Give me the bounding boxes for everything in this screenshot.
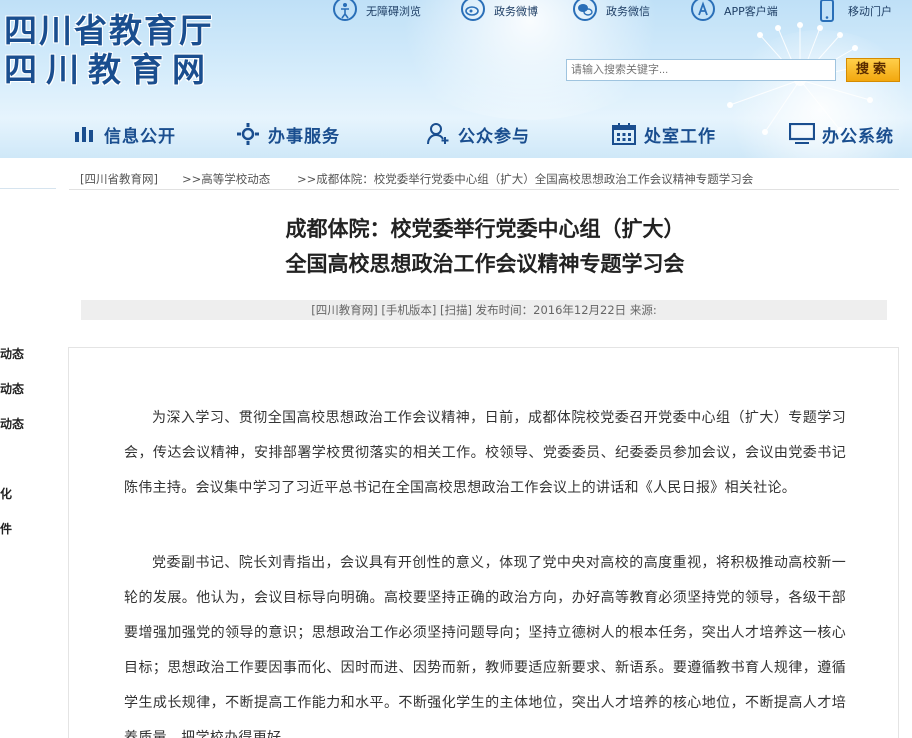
search-button[interactable]: 搜索 — [846, 58, 900, 82]
nav-label: 公众参与 — [458, 126, 530, 147]
nav-office-system[interactable]: 办公系统 — [788, 120, 894, 148]
logo-line2: 四川教育网 — [4, 50, 214, 89]
toplink-accessibility[interactable]: 无障碍浏览 — [330, 0, 421, 22]
sidebar-item[interactable]: 件 — [0, 520, 12, 537]
sidebar-item[interactable]: 动态 — [0, 415, 24, 432]
article-body: 为深入学习、贯彻全国高校思想政治工作会议精神，日前，成都体院校党委召开党委中心组… — [68, 347, 899, 738]
article-paragraph: 党委副书记、院长刘青指出，会议具有开创性的意义，体现了党中央对高校的高度重视，将… — [124, 555, 846, 738]
breadcrumb: [四川省教育网] >>高等学校动态 >>成都体院：校党委举行党委中心组（扩大）全… — [69, 168, 899, 190]
breadcrumb-home[interactable]: [四川省教育网] — [80, 171, 158, 187]
accessibility-icon — [330, 0, 360, 22]
mobile-icon — [812, 0, 842, 22]
nav-services[interactable]: 办事服务 — [234, 120, 340, 148]
breadcrumb-category[interactable]: >>高等学校动态 — [182, 171, 270, 187]
search-input[interactable] — [566, 59, 836, 81]
weibo-icon — [458, 0, 488, 22]
site-logo[interactable]: 四川省教育厅 四川教育网 — [4, 12, 254, 92]
logo-line1: 四川省教育厅 — [4, 11, 214, 50]
main-nav: 信息公开 办事服务 公众参与 处室工作 办公系统 — [0, 112, 912, 158]
toplink-weibo[interactable]: 政务微博 — [458, 0, 538, 22]
article-title-line1: 成都体院：校党委举行党委中心组（扩大） — [285, 217, 685, 241]
article-title: 成都体院：校党委举行党委中心组（扩大） 全国高校思想政治工作会议精神专题学习会 — [82, 212, 888, 282]
toplink-label: 移动门户 — [848, 5, 892, 18]
toplink-label: 政务微信 — [606, 5, 650, 18]
toplink-label: APP客户端 — [724, 5, 778, 18]
settings-icon — [234, 121, 262, 147]
nav-public-participation[interactable]: 公众参与 — [424, 120, 530, 148]
article-title-line2: 全国高校思想政治工作会议精神专题学习会 — [285, 252, 685, 276]
sidebar-item[interactable]: 动态 — [0, 345, 24, 362]
wechat-icon — [570, 0, 600, 22]
sidebar-item[interactable]: 化 — [0, 485, 12, 502]
site-header: 四川省教育厅 四川教育网 无障碍浏览 政务微博 政务微信 APP客户端 移动门户… — [0, 0, 912, 158]
nav-department-work[interactable]: 处室工作 — [610, 120, 716, 148]
article-meta: [四川教育网] [手机版本] [扫描] 发布时间：2016年12月22日 来源: — [81, 300, 887, 320]
nav-label: 信息公开 — [104, 126, 176, 147]
sidebar-item[interactable]: 动态 — [0, 380, 24, 397]
article-paragraph: 为深入学习、贯彻全国高校思想政治工作会议精神，日前，成都体院校党委召开党委中心组… — [124, 410, 846, 496]
chart-icon — [70, 121, 98, 147]
user-add-icon — [424, 121, 452, 147]
left-sidebar: 动态 动态 动态 化 件 — [0, 158, 56, 738]
breadcrumb-current[interactable]: >>成都体院：校党委举行党委中心组（扩大）全国高校思想政治工作会议精神专题学习会 — [297, 171, 753, 187]
nav-label: 办公系统 — [822, 126, 894, 147]
toplink-app[interactable]: APP客户端 — [688, 0, 778, 22]
toplink-mobile[interactable]: 移动门户 — [812, 0, 892, 22]
toplink-wechat[interactable]: 政务微信 — [570, 0, 650, 22]
app-store-icon — [688, 0, 718, 22]
toplink-label: 无障碍浏览 — [366, 5, 421, 18]
nav-label: 办事服务 — [268, 126, 340, 147]
top-links: 无障碍浏览 政务微博 政务微信 APP客户端 移动门户 — [325, 0, 912, 26]
monitor-icon — [788, 121, 816, 147]
nav-info-disclosure[interactable]: 信息公开 — [70, 120, 176, 148]
sidebar-divider — [0, 188, 56, 189]
toplink-label: 政务微博 — [494, 5, 538, 18]
calendar-icon — [610, 121, 638, 147]
nav-label: 处室工作 — [644, 126, 716, 147]
